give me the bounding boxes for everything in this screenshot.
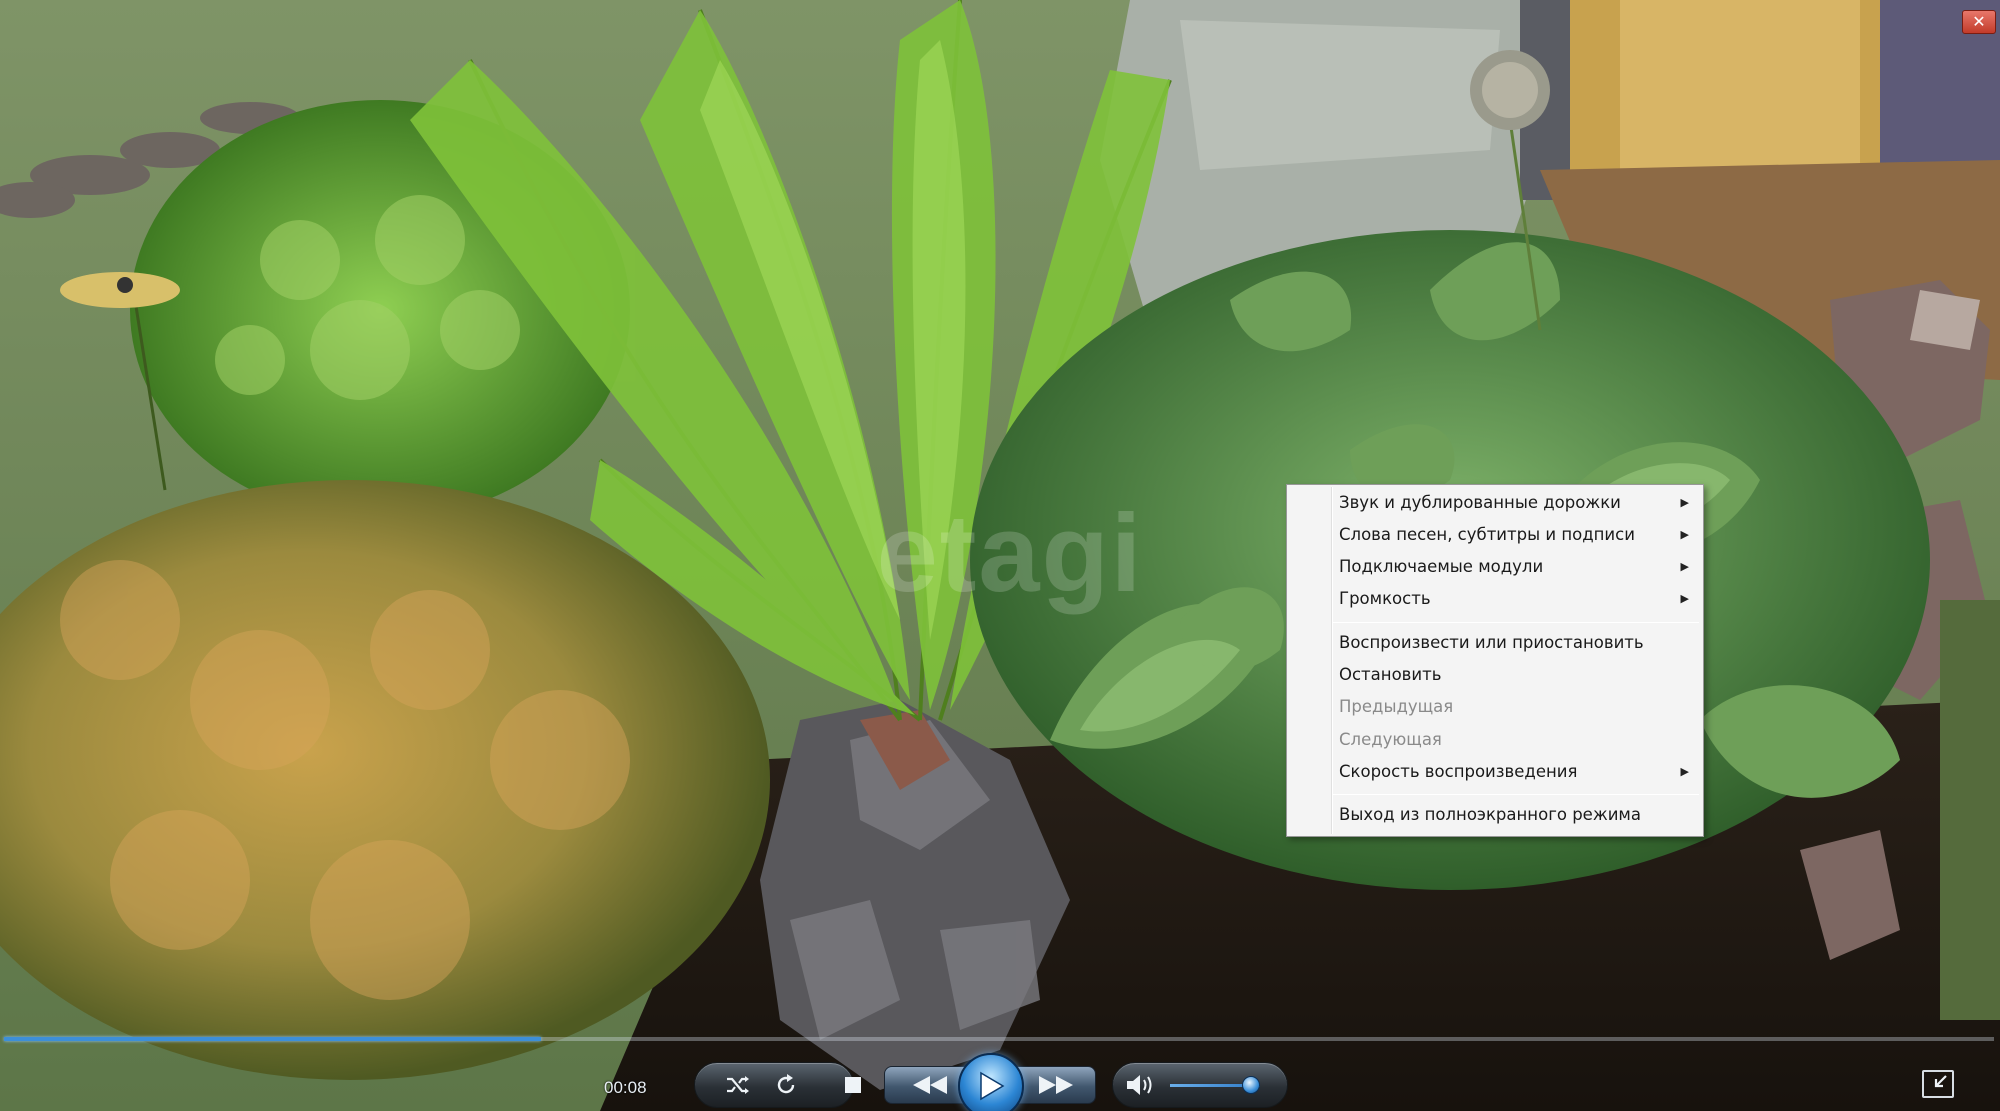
exit-fullscreen-icon[interactable] — [1922, 1070, 1954, 1098]
submenu-arrow-icon: ▶ — [1680, 560, 1689, 573]
menu-item-label: Скорость воспроизведения — [1339, 762, 1578, 781]
menu-item-label: Следующая — [1339, 730, 1442, 749]
menu-item-stop[interactable]: Остановить — [1289, 660, 1701, 690]
menu-item-label: Громкость — [1339, 589, 1431, 608]
menu-item-volume[interactable]: Громкость ▶ — [1289, 584, 1701, 614]
menu-item-label: Выход из полноэкранного режима — [1339, 805, 1641, 824]
menu-item-plugins[interactable]: Подключаемые модули ▶ — [1289, 552, 1701, 582]
volume-slider-handle[interactable] — [1242, 1076, 1260, 1094]
menu-item-label: Звук и дублированные дорожки — [1339, 493, 1621, 512]
shuffle-icon[interactable] — [718, 1068, 758, 1102]
submenu-arrow-icon: ▶ — [1680, 528, 1689, 541]
menu-item-audio-tracks[interactable]: Звук и дублированные дорожки ▶ — [1289, 488, 1701, 518]
menu-separator — [1333, 794, 1699, 795]
menu-item-label: Подключаемые модули — [1339, 557, 1544, 576]
menu-item-exit-fullscreen[interactable]: Выход из полноэкранного режима — [1289, 800, 1701, 830]
repeat-icon[interactable] — [768, 1068, 804, 1102]
speaker-icon[interactable] — [1118, 1068, 1162, 1102]
menu-separator — [1333, 622, 1699, 623]
play-icon — [980, 1071, 1005, 1101]
menu-item-label: Остановить — [1339, 665, 1442, 684]
close-button[interactable]: ✕ — [1962, 10, 1996, 34]
submenu-arrow-icon: ▶ — [1680, 592, 1689, 605]
menu-item-label: Воспроизвести или приостановить — [1339, 633, 1644, 652]
rewind-icon[interactable] — [898, 1070, 962, 1100]
context-menu: Звук и дублированные дорожки ▶ Слова пес… — [1286, 484, 1704, 837]
menu-item-play-pause[interactable]: Воспроизвести или приостановить — [1289, 628, 1701, 658]
menu-item-lyrics-subtitles[interactable]: Слова песен, субтитры и подписи ▶ — [1289, 520, 1701, 550]
stop-icon[interactable] — [836, 1068, 870, 1102]
submenu-arrow-icon: ▶ — [1680, 496, 1689, 509]
menu-item-previous: Предыдущая — [1289, 692, 1701, 722]
menu-item-label: Слова песен, субтитры и подписи — [1339, 525, 1635, 544]
watermark-text: etagi — [876, 492, 1144, 615]
current-time: 00:08 — [604, 1078, 647, 1097]
fast-forward-icon[interactable] — [1024, 1070, 1088, 1100]
menu-item-playback-speed[interactable]: Скорость воспроизведения ▶ — [1289, 757, 1701, 787]
seek-bar-progress — [4, 1037, 541, 1041]
menu-item-label: Предыдущая — [1339, 697, 1454, 716]
menu-item-next: Следующая — [1289, 725, 1701, 755]
play-button[interactable] — [958, 1053, 1024, 1111]
submenu-arrow-icon: ▶ — [1680, 765, 1689, 778]
